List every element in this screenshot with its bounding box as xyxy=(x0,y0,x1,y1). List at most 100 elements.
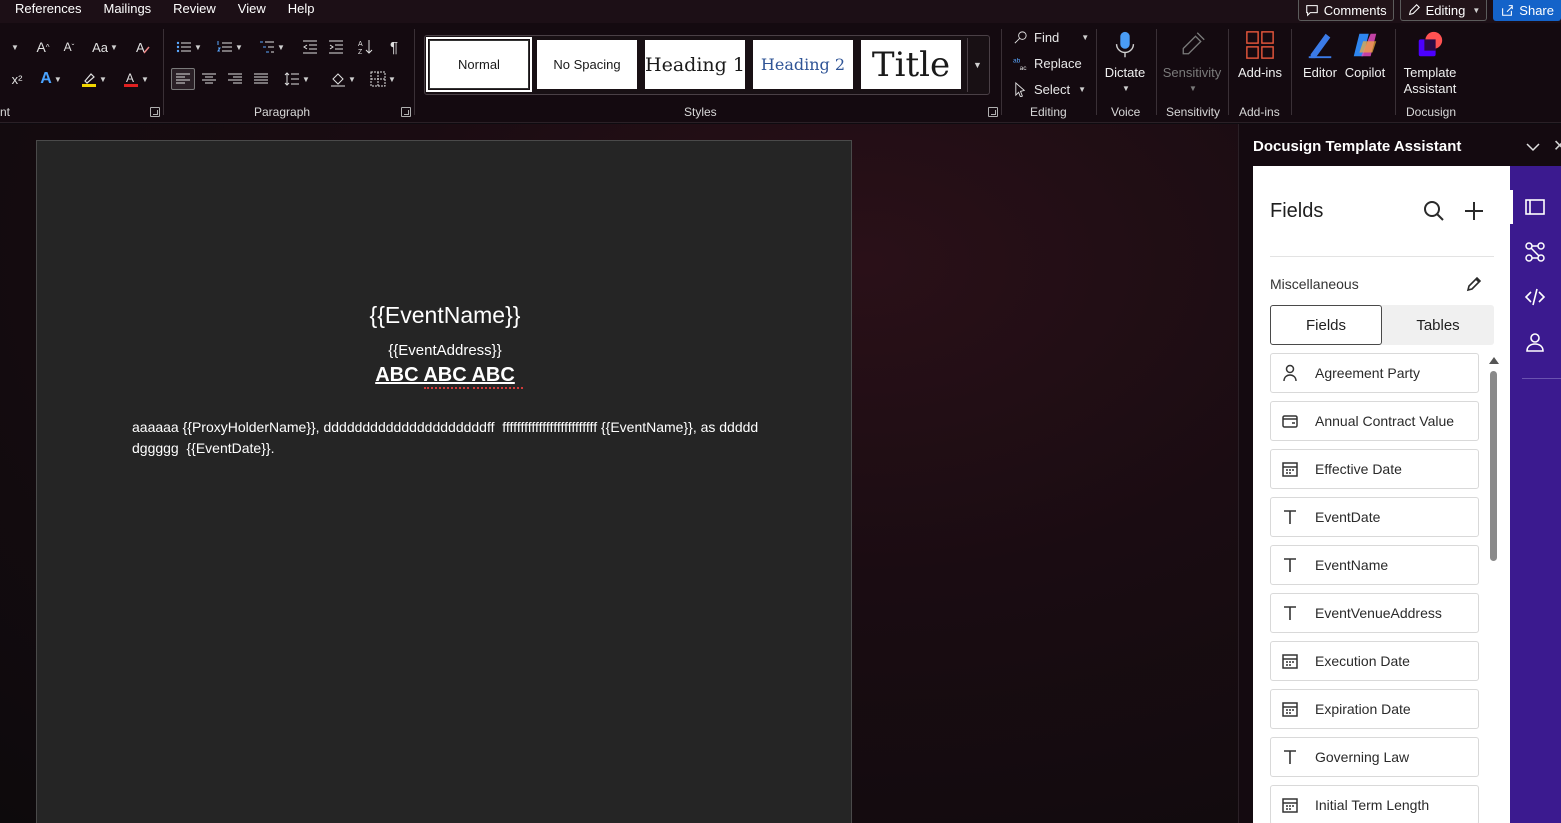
divider xyxy=(163,29,164,115)
document-paragraph[interactable]: aaaaaa {{ProxyHolderName}}, dddddddddddd… xyxy=(132,417,772,459)
field-item[interactable]: Annual Contract Value xyxy=(1270,401,1479,441)
decrease-indent-button[interactable] xyxy=(299,36,321,58)
sensitivity-icon xyxy=(1182,32,1205,55)
tab-mailings[interactable]: Mailings xyxy=(103,0,151,18)
sensitivity-label: Sensitivity xyxy=(1162,65,1222,80)
task-pane: Docusign Template Assistant ✕ Fields Mis… xyxy=(1238,124,1561,823)
chevron-down-icon: ▼ xyxy=(1081,33,1090,42)
tab-references[interactable]: References xyxy=(15,0,81,18)
field-item[interactable]: EventName xyxy=(1270,545,1479,585)
font-color-button[interactable]: A ▼ xyxy=(118,68,154,90)
scrollbar-thumb[interactable] xyxy=(1490,371,1497,561)
highlight-color-button[interactable]: ▼ xyxy=(76,68,112,90)
style-title[interactable]: Title xyxy=(861,40,961,89)
sensitivity-button[interactable]: Sensitivity ▼ xyxy=(1162,29,1222,97)
field-item[interactable]: EventVenueAddress xyxy=(1270,593,1479,633)
document-address[interactable]: {{EventAddress}} xyxy=(37,342,853,359)
show-formatting-marks-button[interactable]: ¶ xyxy=(384,36,404,58)
field-item[interactable]: Agreement Party xyxy=(1270,353,1479,393)
field-label: Effective Date xyxy=(1315,461,1402,477)
scroll-up-arrow[interactable] xyxy=(1489,357,1499,364)
increase-indent-button[interactable] xyxy=(325,36,347,58)
borders-button[interactable]: ▼ xyxy=(366,68,400,90)
styles-more-button[interactable]: ▼ xyxy=(967,38,987,92)
chevron-down-icon[interactable] xyxy=(1525,139,1541,155)
superscript-label: x² xyxy=(11,71,23,87)
chevron-down-icon: ▼ xyxy=(99,74,107,84)
pilcrow-icon: ¶ xyxy=(389,38,399,56)
tab-review[interactable]: Review xyxy=(173,0,216,18)
shrink-font-button[interactable]: Aˇ xyxy=(58,36,80,58)
tab-fields[interactable]: Fields xyxy=(1270,305,1382,345)
panel-icon xyxy=(1525,199,1545,215)
copilot-button[interactable]: Copilot xyxy=(1343,29,1387,81)
close-icon[interactable]: ✕ xyxy=(1553,136,1561,156)
align-left-button[interactable] xyxy=(171,68,195,90)
bullets-button[interactable]: ▼ xyxy=(172,36,206,58)
replace-button[interactable]: ab ac Replace xyxy=(1013,56,1082,71)
share-button[interactable]: Share xyxy=(1493,0,1561,21)
text-effects-button[interactable]: A ▼ xyxy=(34,68,68,90)
change-case-button[interactable]: Aa ▼ xyxy=(88,36,122,58)
style-no-spacing[interactable]: No Spacing xyxy=(537,40,637,89)
addin-side-nav xyxy=(1510,166,1561,823)
nav-account[interactable] xyxy=(1524,331,1546,353)
select-button[interactable]: Select ▼ xyxy=(1013,82,1086,97)
multilevel-list-button[interactable]: ▼ xyxy=(255,36,289,58)
svg-text:A: A xyxy=(358,41,363,48)
chevron-down-icon: ▼ xyxy=(109,42,118,52)
sort-button[interactable]: AZ xyxy=(355,36,377,58)
field-item[interactable]: Effective Date xyxy=(1270,449,1479,489)
styles-dialog-launcher[interactable] xyxy=(988,107,998,117)
line-spacing-button[interactable]: ▼ xyxy=(280,68,314,90)
field-item[interactable]: Execution Date xyxy=(1270,641,1479,681)
paragraph-group-label: Paragraph xyxy=(254,105,311,119)
font-size-dropdown[interactable]: ▼ xyxy=(0,36,28,58)
field-item[interactable]: Governing Law xyxy=(1270,737,1479,777)
field-item[interactable]: EventDate xyxy=(1270,497,1479,537)
align-center-button[interactable] xyxy=(198,68,220,90)
field-label: EventDate xyxy=(1315,509,1381,525)
align-right-button[interactable] xyxy=(224,68,246,90)
tab-help[interactable]: Help xyxy=(288,0,315,18)
superscript-button[interactable]: x² xyxy=(8,68,26,90)
editor-button[interactable]: Editor xyxy=(1298,29,1342,81)
style-heading-1[interactable]: Heading 1 xyxy=(645,40,745,89)
find-button[interactable]: Find ▼ xyxy=(1013,30,1089,45)
pencil-icon[interactable] xyxy=(1465,275,1483,293)
nav-code[interactable] xyxy=(1524,286,1546,308)
editing-group-label: Editing xyxy=(1030,105,1067,119)
template-assistant-button[interactable]: Template Assistant xyxy=(1401,29,1459,97)
addin-content: Fields Miscellaneous Fields Tables Agree… xyxy=(1253,166,1510,823)
font-dialog-launcher[interactable] xyxy=(150,107,160,117)
editor-icon xyxy=(1308,33,1332,59)
nav-mapping[interactable] xyxy=(1524,241,1546,263)
tab-view[interactable]: View xyxy=(238,0,266,18)
find-label: Find xyxy=(1034,30,1060,45)
field-item[interactable]: Initial Term Length xyxy=(1270,785,1479,823)
document-page[interactable]: {{EventName}} {{EventAddress}} ABC ABC A… xyxy=(36,140,852,823)
style-normal[interactable]: Normal xyxy=(426,37,532,92)
search-icon[interactable] xyxy=(1423,200,1445,222)
document-heading[interactable]: ABC ABC ABC xyxy=(37,364,853,387)
grow-font-button[interactable]: A ^ xyxy=(32,36,54,58)
field-item[interactable]: Expiration Date xyxy=(1270,689,1479,729)
comments-button[interactable]: Comments xyxy=(1297,0,1394,21)
numbering-button[interactable]: ▼ xyxy=(213,36,247,58)
tab-tables[interactable]: Tables xyxy=(1382,305,1494,345)
chevron-down-icon: ▼ xyxy=(277,42,285,52)
addins-button[interactable]: Add-ins xyxy=(1236,29,1284,81)
cursor-icon xyxy=(1015,82,1026,97)
paragraph-dialog-launcher[interactable] xyxy=(401,107,411,117)
justify-button[interactable] xyxy=(250,68,272,90)
highlighter-icon xyxy=(82,73,97,87)
clear-formatting-button[interactable]: A xyxy=(132,36,154,58)
add-icon[interactable] xyxy=(1463,200,1485,222)
document-title[interactable]: {{EventName}} xyxy=(37,302,853,329)
style-heading-2[interactable]: Heading 2 xyxy=(753,40,853,89)
text-effects-icon: A xyxy=(40,70,52,87)
dictate-button[interactable]: Dictate ▼ xyxy=(1104,29,1146,97)
editing-mode-button[interactable]: Editing ▼ xyxy=(1399,0,1488,21)
shading-button[interactable]: ▼ xyxy=(326,68,360,90)
nav-fields[interactable] xyxy=(1510,190,1546,224)
